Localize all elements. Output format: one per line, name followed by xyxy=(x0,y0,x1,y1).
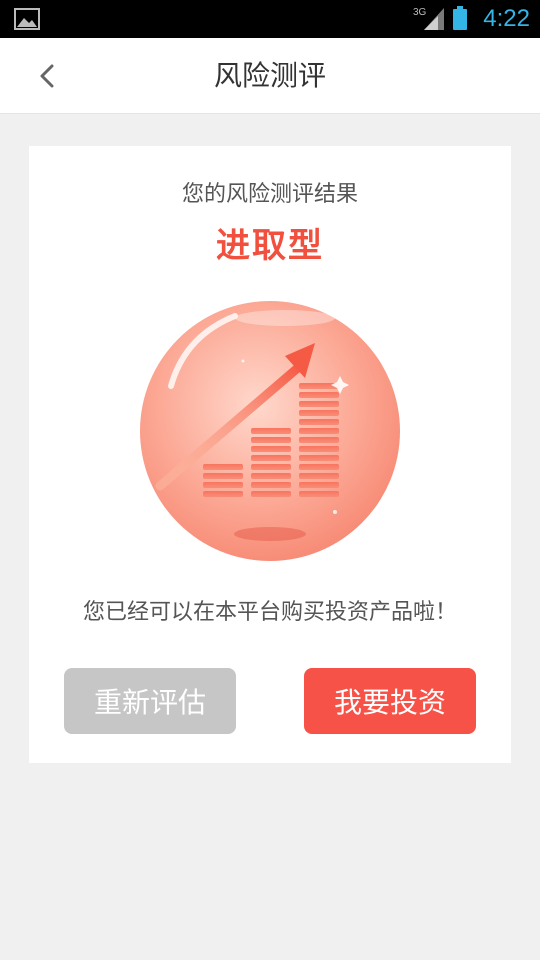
invest-button[interactable]: 我要投资 xyxy=(304,668,476,734)
chevron-left-icon xyxy=(40,64,54,88)
header: 风险测评 xyxy=(0,38,540,114)
result-card: 您的风险测评结果 进取型 您已经可以在本平台购买投资产品啦！ 重新评估 我要投资 xyxy=(29,146,511,763)
battery-icon xyxy=(453,6,467,30)
rising-bar-chart-with-arrow-icon xyxy=(140,301,400,561)
network-type: 3G xyxy=(413,7,427,18)
clock: 4:22 xyxy=(483,5,530,32)
signal-icon: 3G xyxy=(413,7,444,30)
gallery-icon xyxy=(14,8,40,30)
status-bar: 3G 4:22 xyxy=(0,0,540,38)
result-label: 您的风险测评结果 xyxy=(181,182,358,207)
back-button[interactable] xyxy=(22,50,72,102)
page-title: 风险测评 xyxy=(213,59,326,92)
reassess-button[interactable]: 重新评估 xyxy=(64,668,236,734)
risk-type: 进取型 xyxy=(216,226,324,266)
result-message: 您已经可以在本平台购买投资产品啦！ xyxy=(82,600,457,625)
